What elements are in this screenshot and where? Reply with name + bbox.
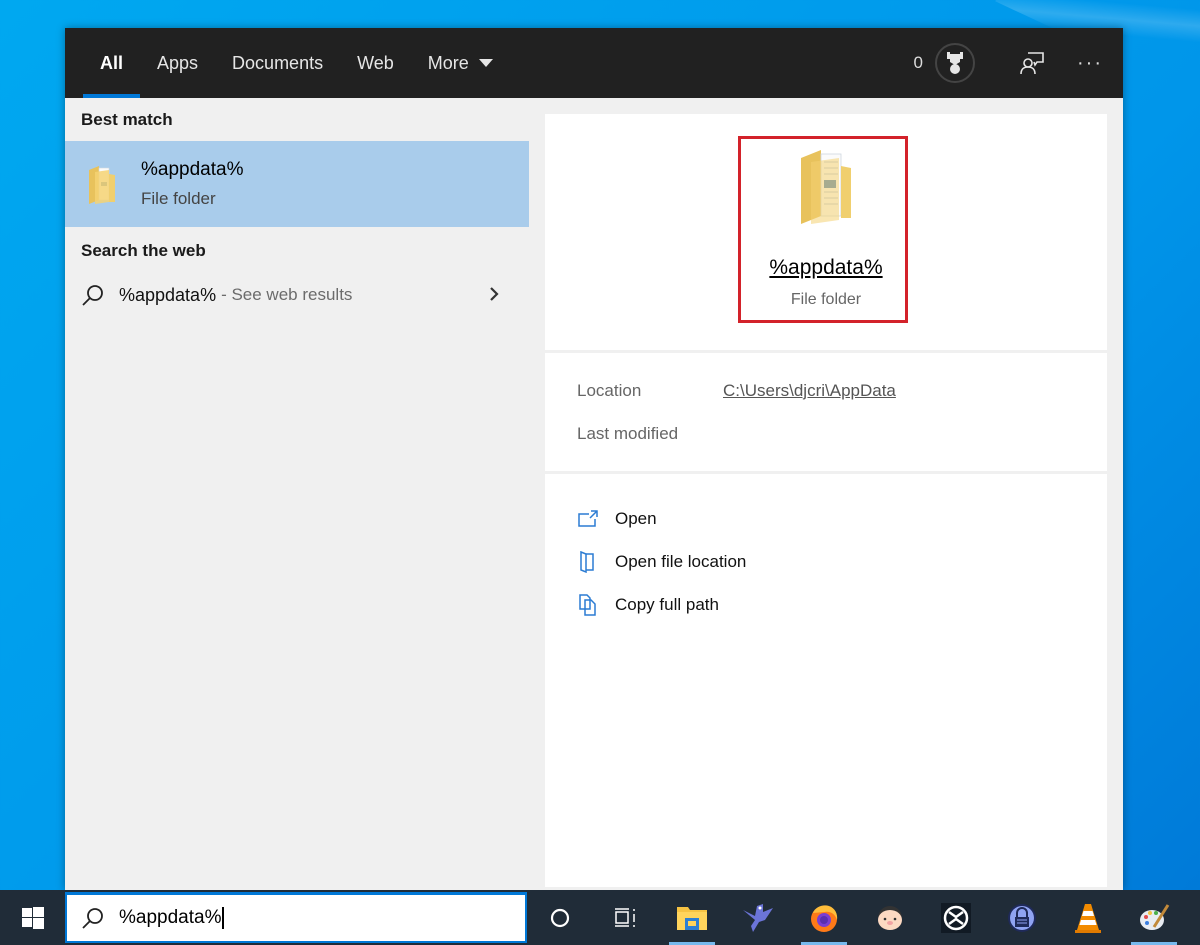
feedback-icon xyxy=(1020,52,1044,75)
copy-icon xyxy=(579,593,596,616)
bird-app-icon xyxy=(743,903,773,932)
web-search-item[interactable]: %appdata% - See web results xyxy=(65,269,529,321)
detail-row-location: Location C:\Users\djcri\AppData xyxy=(577,381,1075,424)
cortana-button[interactable] xyxy=(527,890,593,945)
search-window: All Apps Documents Web More 0 ··· Best m… xyxy=(65,28,1123,890)
tab-label: Documents xyxy=(232,52,324,73)
preview-pane: %appdata% File folder Location C:\Users\… xyxy=(545,114,1107,890)
search-icon xyxy=(82,285,103,306)
task-view-icon xyxy=(615,907,635,927)
actions-card: Open Open file location Copy full path xyxy=(545,474,1107,887)
ellipsis-icon: ··· xyxy=(1077,51,1103,74)
tab-web[interactable]: Web xyxy=(340,28,411,98)
paint-palette-icon xyxy=(1140,903,1170,930)
search-query-text: %appdata% xyxy=(119,907,222,928)
details-card: Location C:\Users\djcri\AppData Last mod… xyxy=(545,353,1107,471)
open-file-location-action[interactable]: Open file location xyxy=(545,540,1107,583)
firefox-icon xyxy=(811,904,838,932)
face-app-button[interactable] xyxy=(857,890,923,945)
best-match-subtitle: File folder xyxy=(141,189,216,208)
rewards-points: 0 xyxy=(913,53,923,72)
caret-down-icon xyxy=(478,59,493,67)
more-options-button[interactable]: ··· xyxy=(1065,38,1115,88)
results-list: Best match %appdata% File folder Search … xyxy=(65,98,529,890)
action-label: Open xyxy=(615,508,657,528)
lock-app-button[interactable] xyxy=(989,890,1055,945)
task-view-button[interactable] xyxy=(593,890,659,945)
paint-button[interactable] xyxy=(1121,890,1187,945)
top-right-controls: 0 ··· xyxy=(914,28,1123,98)
feedback-button[interactable] xyxy=(1007,38,1057,88)
file-explorer-button[interactable] xyxy=(659,890,725,945)
open-icon xyxy=(578,509,598,527)
search-top-bar: All Apps Documents Web More 0 ··· xyxy=(65,28,1123,98)
lock-app-icon xyxy=(1008,903,1036,932)
copy-full-path-action[interactable]: Copy full path xyxy=(545,583,1107,626)
windows-logo-icon xyxy=(21,906,44,929)
face-app-icon xyxy=(878,905,902,930)
tab-label: More xyxy=(427,52,469,73)
start-button[interactable] xyxy=(0,890,65,945)
text-cursor xyxy=(222,907,224,929)
best-match-header: Best match xyxy=(81,110,173,129)
web-results-suffix: - See web results xyxy=(221,285,353,304)
search-icon xyxy=(82,908,103,929)
chevron-right-icon xyxy=(490,287,499,301)
location-link[interactable]: C:\Users\djcri\AppData xyxy=(723,381,896,424)
tab-apps[interactable]: Apps xyxy=(140,28,215,98)
preview-card: %appdata% File folder xyxy=(545,114,1107,350)
web-query: %appdata% xyxy=(119,284,217,305)
folder-icon xyxy=(801,150,851,224)
tab-label: Apps xyxy=(157,52,199,73)
open-action[interactable]: Open xyxy=(545,497,1107,540)
vlc-cone-icon xyxy=(1075,903,1101,933)
action-label: Copy full path xyxy=(615,594,719,614)
vlc-button[interactable] xyxy=(1055,890,1121,945)
taskbar: %appdata% xyxy=(0,890,1200,945)
action-label: Open file location xyxy=(615,551,747,571)
bird-app-button[interactable] xyxy=(725,890,791,945)
best-match-item[interactable]: %appdata% File folder xyxy=(65,141,529,227)
tab-label: All xyxy=(100,52,124,73)
search-web-header: Search the web xyxy=(81,241,206,260)
preview-subtitle: File folder xyxy=(790,291,862,308)
detail-row-last-modified: Last modified xyxy=(577,424,1075,467)
preview-title-link[interactable]: %appdata% xyxy=(545,256,1107,280)
firefox-button[interactable] xyxy=(791,890,857,945)
circle-x-app-button[interactable] xyxy=(923,890,989,945)
circle-x-app-icon xyxy=(941,902,971,933)
detail-label: Last modified xyxy=(577,424,679,443)
tab-label: Web xyxy=(357,52,394,73)
tab-all[interactable]: All xyxy=(83,28,141,98)
best-match-title: %appdata% xyxy=(141,159,244,180)
detail-label: Location xyxy=(577,381,642,400)
cortana-circle-icon xyxy=(550,908,570,927)
file-explorer-icon xyxy=(677,906,707,930)
rewards-button[interactable] xyxy=(935,43,975,83)
file-location-icon xyxy=(580,550,594,573)
trophy-icon xyxy=(947,52,963,74)
folder-icon xyxy=(89,166,115,204)
tab-documents[interactable]: Documents xyxy=(215,28,340,98)
taskbar-search-input[interactable]: %appdata% xyxy=(65,892,527,943)
tab-more[interactable]: More xyxy=(411,28,510,98)
